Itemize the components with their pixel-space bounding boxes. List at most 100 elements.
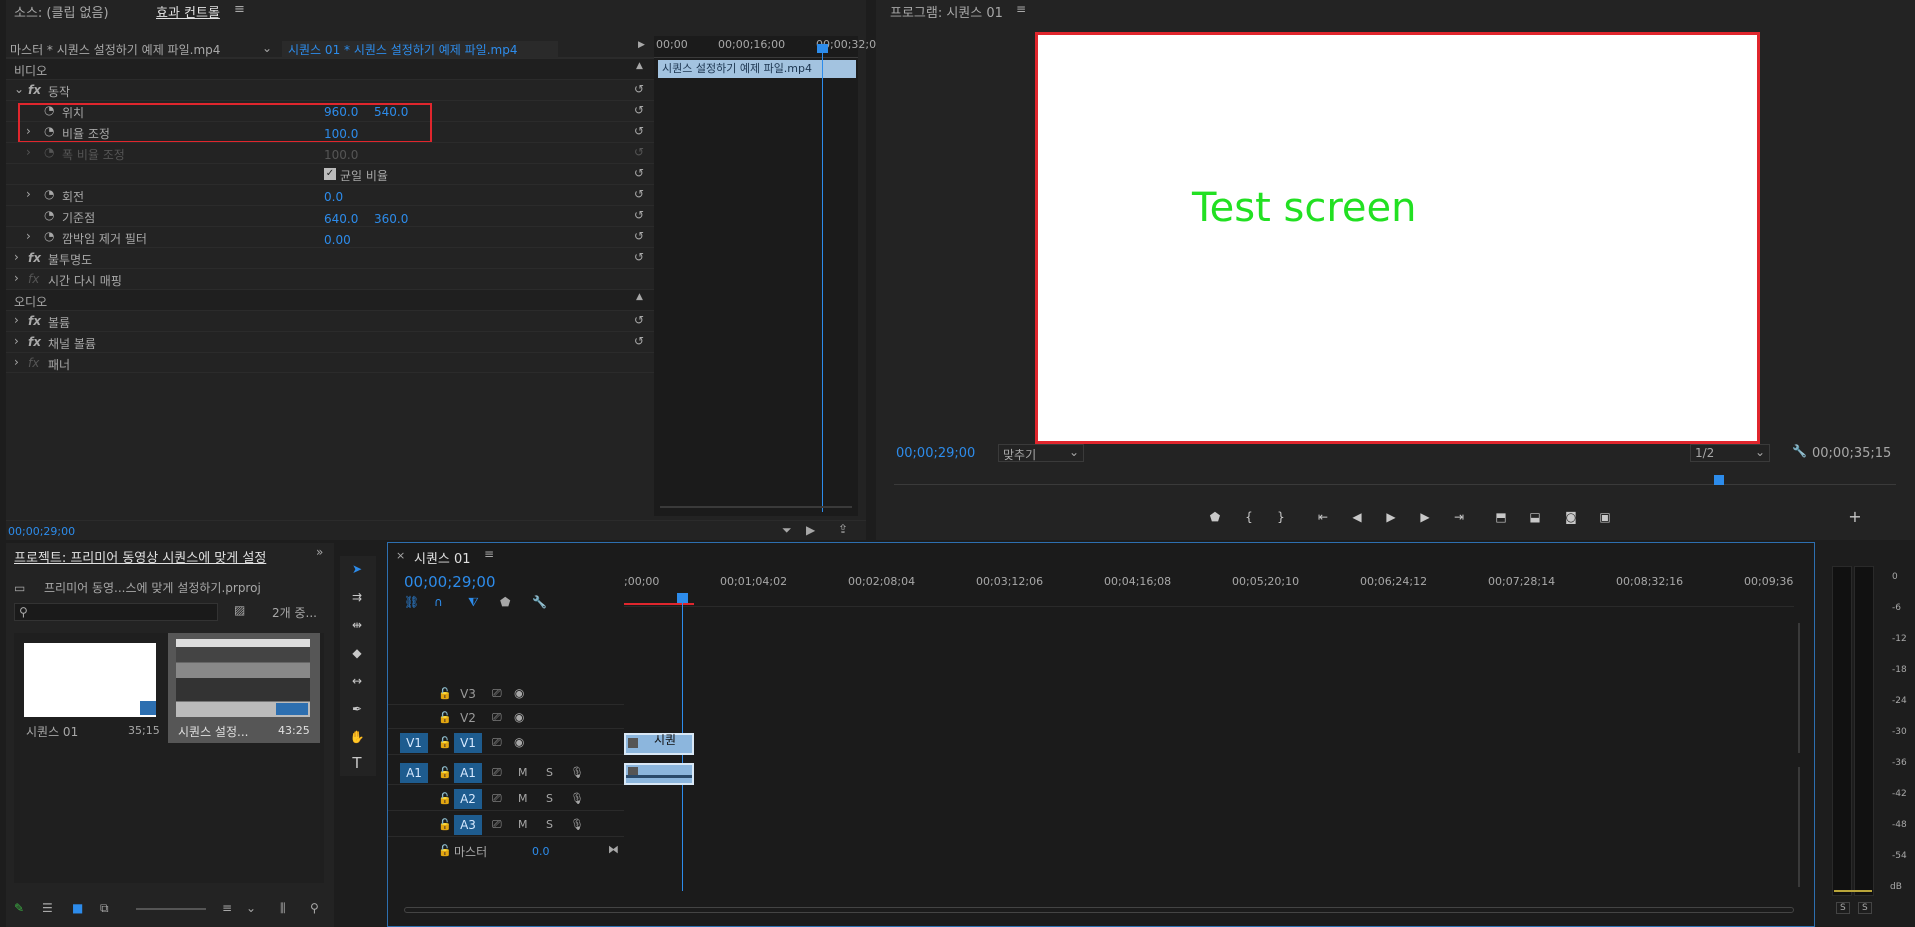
mic-icon[interactable]: 🎙	[570, 818, 584, 831]
play-icon[interactable]: ▶	[1382, 508, 1400, 526]
expand-icon[interactable]: ⌄	[14, 82, 24, 96]
ec-timecode[interactable]: 00;00;29;00	[8, 525, 75, 538]
pencil-icon[interactable]: ✎	[14, 901, 24, 915]
solo-button[interactable]: S	[546, 766, 553, 779]
horizontal-scrollbar[interactable]	[404, 907, 1794, 913]
mute-button[interactable]: M	[518, 792, 528, 805]
comparison-view-icon[interactable]: ▣	[1596, 508, 1614, 526]
source-patch-a1[interactable]: A1	[400, 763, 428, 783]
mark-in-icon[interactable]: {	[1240, 508, 1258, 526]
chevron-down-icon[interactable]: ⌄	[246, 901, 256, 915]
mark-out-icon[interactable]: }	[1272, 508, 1290, 526]
master-value[interactable]: 0.0	[532, 845, 550, 858]
lock-icon[interactable]: 🔓	[438, 711, 452, 724]
sync-icon[interactable]: ⎚	[492, 817, 502, 832]
mic-icon[interactable]: 🎙	[570, 792, 584, 805]
expand-icon[interactable]: ›	[14, 250, 19, 264]
track-label[interactable]: A2	[454, 789, 482, 809]
flicker-value[interactable]: 0.00	[324, 233, 351, 247]
effect-row-motion[interactable]: ⌄ fx 동작 ↺	[6, 79, 654, 100]
icon-view-icon[interactable]: ■	[72, 901, 83, 915]
track-label[interactable]: V2	[454, 708, 482, 728]
lock-icon[interactable]: 🔓	[438, 687, 452, 700]
meter-solo-left[interactable]: S	[1836, 902, 1850, 914]
reset-icon[interactable]: ↺	[634, 229, 644, 243]
ec-scrollbar[interactable]	[660, 506, 852, 508]
source-patch-v1[interactable]: V1	[400, 733, 428, 753]
playhead-handle[interactable]	[677, 593, 688, 603]
go-to-edge-icon[interactable]: ⧓	[608, 843, 619, 856]
scrubber-handle[interactable]	[1714, 475, 1724, 485]
track-select-tool-icon[interactable]: ⇉	[348, 588, 366, 606]
export-icon[interactable]: ⇪	[838, 522, 848, 536]
play-only-icon[interactable]: ▶	[638, 40, 645, 50]
sync-icon[interactable]: ⎚	[492, 791, 502, 806]
lock-icon[interactable]: 🔓	[438, 736, 452, 749]
razor-tool-icon[interactable]: ◆	[348, 644, 366, 662]
ec-clip-bar[interactable]: 시퀀스 설정하기 예제 파일.mp4	[658, 60, 856, 78]
mute-button[interactable]: M	[518, 766, 528, 779]
chevron-down-icon[interactable]: ⌄	[262, 41, 272, 55]
effect-row-rotation[interactable]: › ◔ 회전 0.0 ↺	[6, 184, 654, 205]
solo-button[interactable]: S	[546, 818, 553, 831]
reset-icon[interactable]: ↺	[634, 250, 644, 264]
mute-button[interactable]: M	[518, 818, 528, 831]
panel-menu-icon[interactable]: ≡	[484, 547, 494, 561]
expand-icon[interactable]: ›	[26, 229, 31, 243]
linked-selection-icon[interactable]: ⧨	[468, 595, 479, 610]
sync-icon[interactable]: ⎚	[492, 686, 502, 701]
video-clip[interactable]: 시퀀	[624, 733, 694, 755]
anchor-x[interactable]: 640.0	[324, 212, 358, 226]
resolution-select[interactable]: 1/2 ⌄	[1690, 444, 1770, 462]
fx-icon[interactable]: fx	[28, 314, 41, 328]
ec-playhead[interactable]	[822, 46, 823, 512]
go-to-in-icon[interactable]: ⇤	[1314, 508, 1332, 526]
reset-icon[interactable]: ↺	[634, 313, 644, 327]
search-icon[interactable]: ⚲	[310, 901, 319, 915]
project-title[interactable]: 프로젝트: 프리미어 동영상 시퀀스에 맞게 설정	[14, 547, 266, 566]
nest-icon[interactable]: ⛓	[404, 595, 419, 609]
reset-icon[interactable]: ↺	[634, 166, 644, 180]
meter-solo-right[interactable]: S	[1858, 902, 1872, 914]
audio-clip[interactable]	[624, 763, 694, 785]
collapse-icon[interactable]: ▲	[636, 292, 643, 302]
search-input[interactable]: ⚲	[14, 603, 218, 621]
lock-icon[interactable]: 🔓	[438, 818, 452, 831]
zoom-slider[interactable]	[136, 908, 206, 910]
stopwatch-icon[interactable]: ◔	[44, 187, 54, 201]
reset-icon[interactable]: ↺	[634, 187, 644, 201]
timeline-timecode[interactable]: 00;00;29;00	[404, 573, 496, 591]
eye-icon[interactable]: ◉	[514, 710, 524, 724]
lift-icon[interactable]: ⬒	[1492, 508, 1510, 526]
checkbox-icon[interactable]: ✓	[324, 168, 336, 180]
anchor-y[interactable]: 360.0	[374, 212, 408, 226]
type-tool-icon[interactable]: T	[348, 754, 366, 772]
tab-effect-controls[interactable]: 효과 컨트롤	[156, 2, 220, 21]
list-view-icon[interactable]: ☰	[42, 901, 53, 915]
timeline-ruler[interactable]: ;00;00 00;01;04;02 00;02;08;04 00;03;12;…	[624, 573, 1794, 607]
freeform-view-icon[interactable]: ⧉	[100, 901, 109, 916]
add-marker-icon[interactable]: ⬟	[1206, 508, 1224, 526]
ripple-edit-tool-icon[interactable]: ⇹	[348, 616, 366, 634]
sync-icon[interactable]: ⎚	[492, 735, 502, 750]
fx-icon[interactable]: fx	[28, 335, 41, 349]
panel-menu-icon[interactable]: ≡	[1016, 2, 1026, 16]
effect-row-flicker[interactable]: › ◔ 깜박임 제거 필터 0.00 ↺	[6, 226, 654, 247]
effect-row-anchor[interactable]: ◔ 기준점 640.0 360.0 ↺	[6, 205, 654, 226]
wrench-icon[interactable]: 🔧	[1792, 444, 1807, 458]
step-back-icon[interactable]: ◀	[1348, 508, 1366, 526]
video-frame[interactable]: Test screen	[1035, 32, 1760, 444]
selection-tool-icon[interactable]: ➤	[348, 560, 366, 578]
ec-playhead-handle[interactable]	[817, 44, 828, 53]
expand-icon[interactable]: ›	[26, 187, 31, 201]
sort-icon[interactable]: ≡	[222, 901, 232, 915]
stopwatch-icon[interactable]: ◔	[44, 229, 54, 243]
fit-select[interactable]: 맞추기 ⌄	[998, 444, 1084, 462]
lock-icon[interactable]: 🔓	[438, 766, 452, 779]
extract-icon[interactable]: ⬓	[1526, 508, 1544, 526]
mic-icon[interactable]: 🎙	[570, 766, 584, 779]
effect-row-panner[interactable]: › fx 패너	[6, 352, 654, 373]
expand-icon[interactable]: ›	[14, 334, 19, 348]
solo-button[interactable]: S	[546, 792, 553, 805]
timeline-tab[interactable]: 시퀀스 01	[414, 548, 471, 567]
